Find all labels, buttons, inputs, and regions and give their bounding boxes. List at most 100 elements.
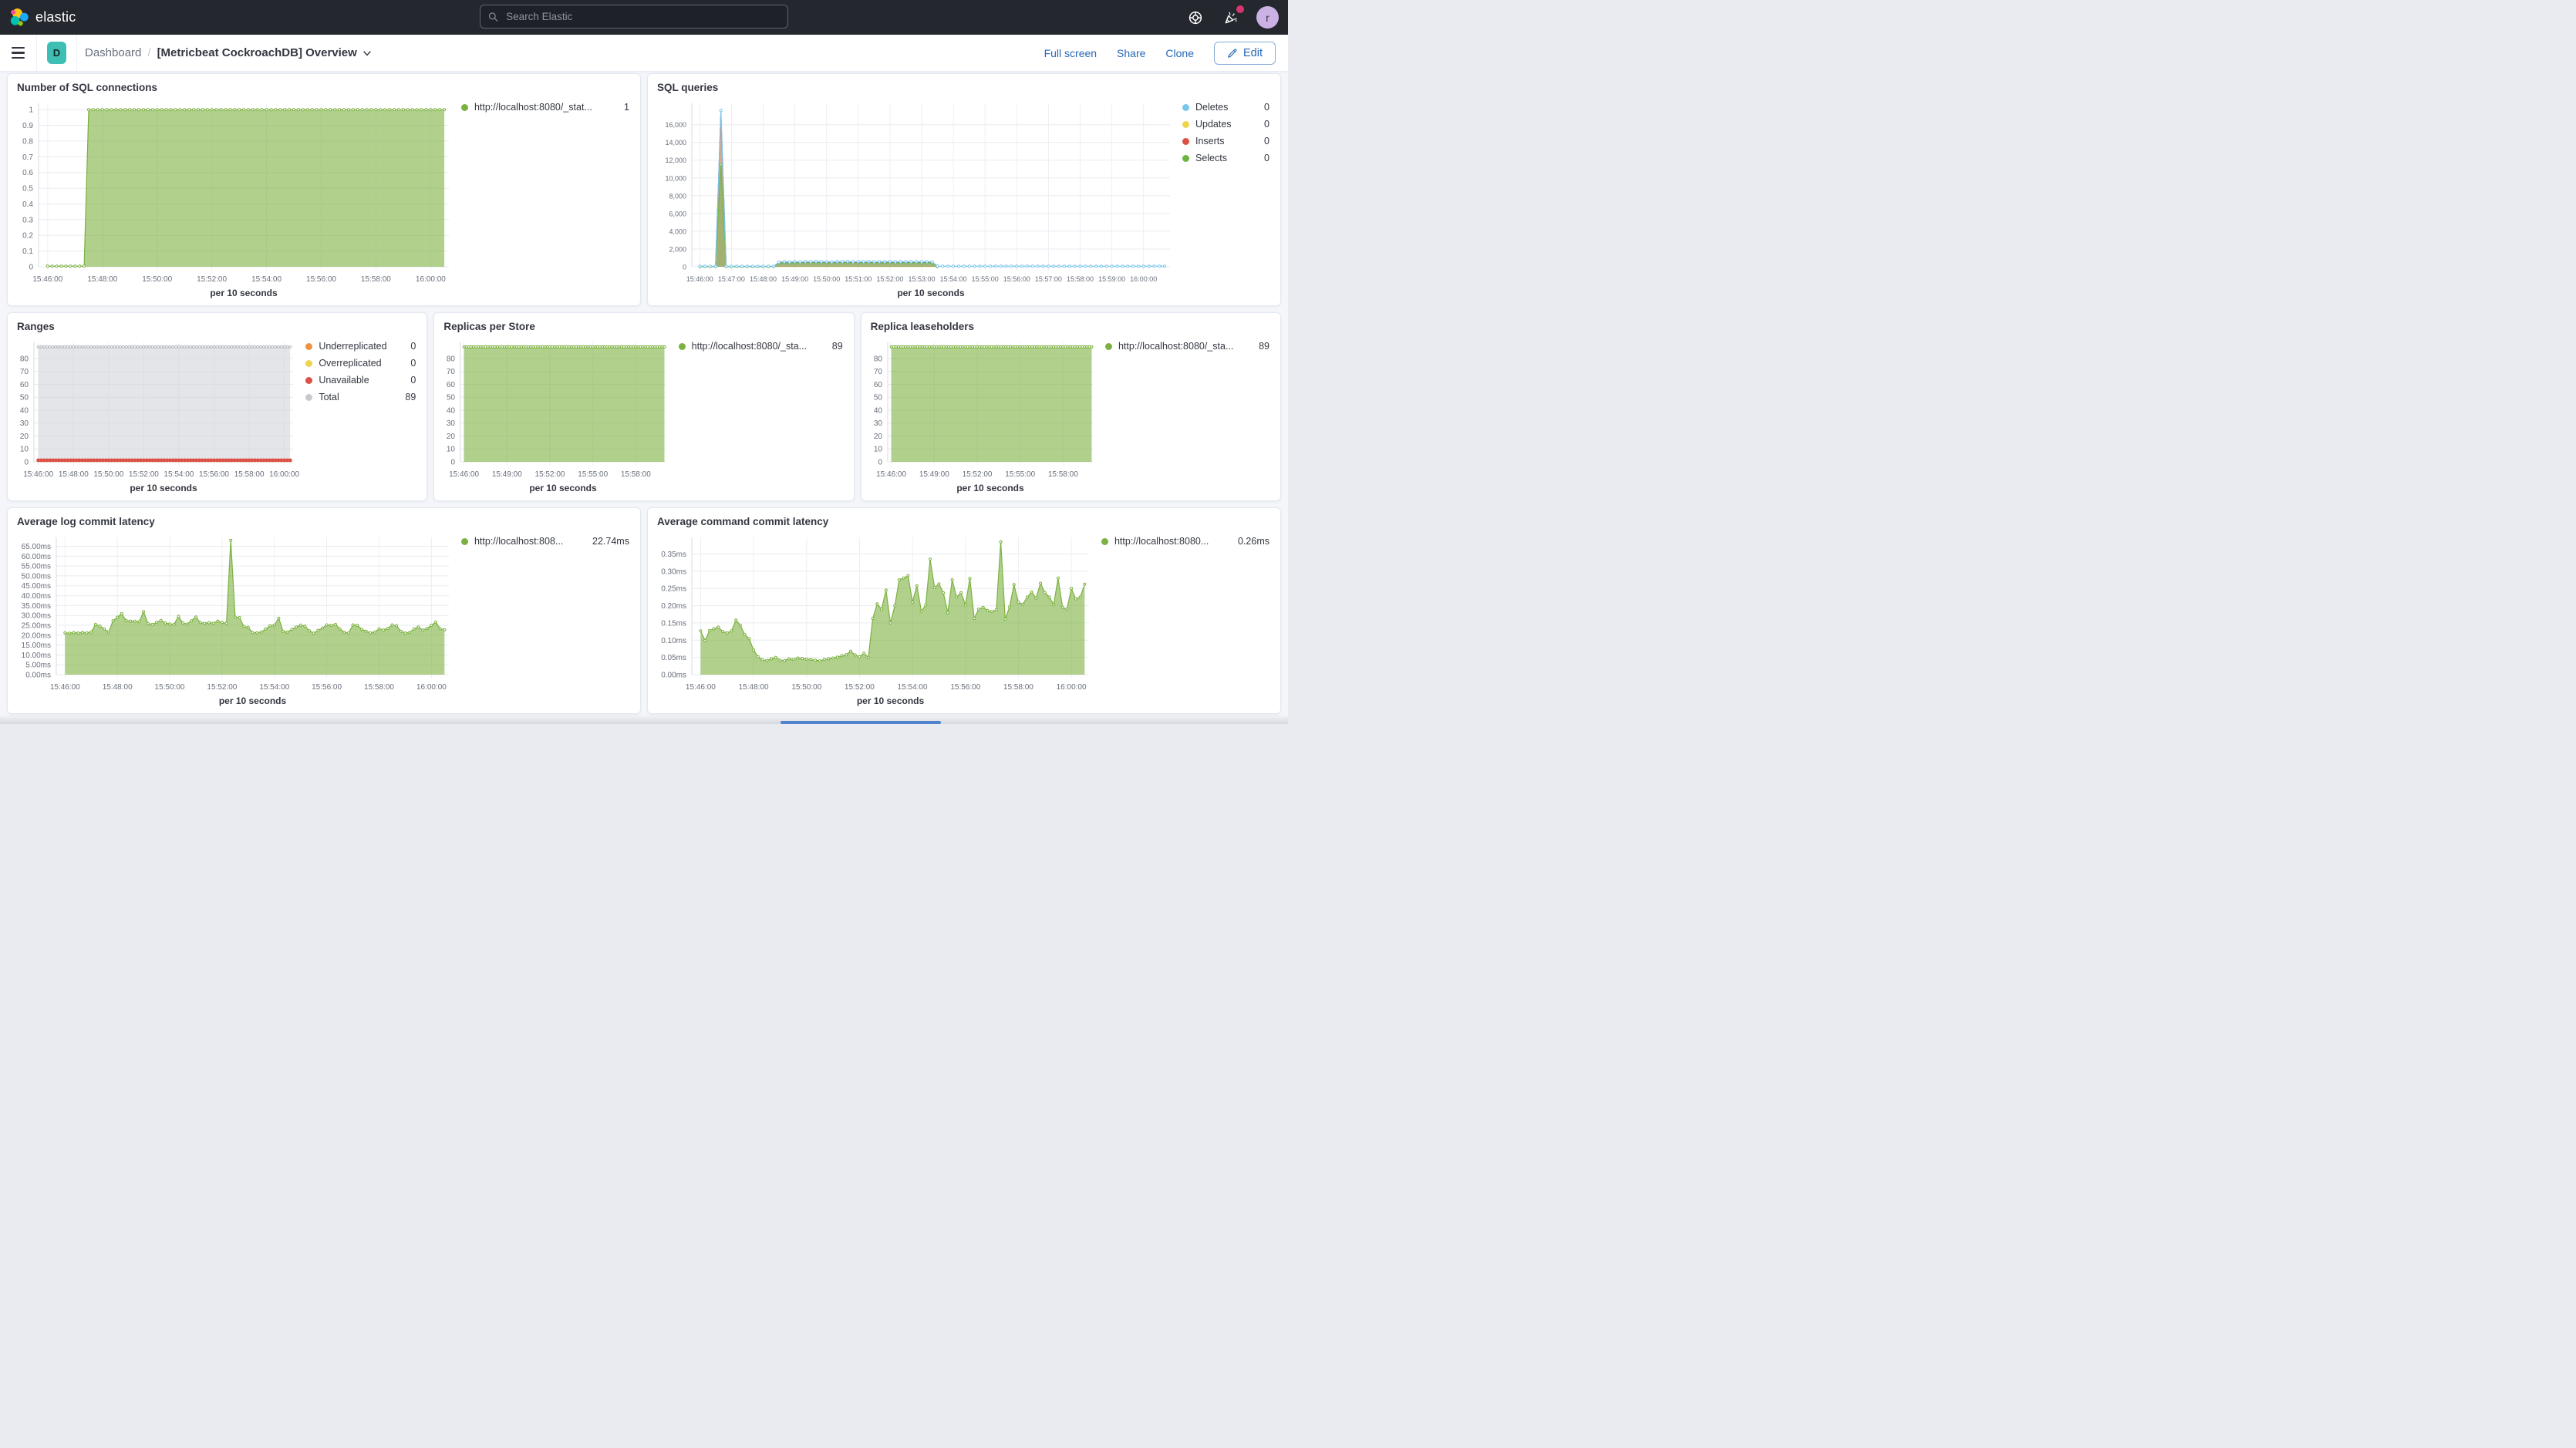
- panel-title[interactable]: Number of SQL connections: [17, 80, 632, 96]
- svg-text:30: 30: [447, 419, 456, 428]
- page-title[interactable]: [Metricbeat CockroachDB] Overview: [157, 46, 372, 59]
- legend-swatch: [305, 343, 312, 350]
- svg-text:15:46:00: 15:46:00: [876, 470, 906, 479]
- clone-button[interactable]: Clone: [1165, 47, 1194, 59]
- chart-canvas[interactable]: 0.00ms5.00ms10.00ms15.00ms20.00ms25.00ms…: [15, 531, 455, 710]
- legend-series-name: http://localhost:808...: [474, 536, 582, 547]
- svg-text:6,000: 6,000: [669, 210, 686, 217]
- svg-text:15:54:00: 15:54:00: [251, 275, 282, 284]
- svg-text:16:00:00: 16:00:00: [416, 275, 446, 284]
- svg-text:15:51:00: 15:51:00: [845, 275, 872, 283]
- legend-item[interactable]: http://localhost:8080/_stat... 1: [461, 102, 629, 113]
- svg-text:25.00ms: 25.00ms: [22, 622, 51, 631]
- svg-text:70: 70: [874, 368, 883, 376]
- chart-canvas[interactable]: 0102030405060708015:46:0015:49:0015:52:0…: [869, 336, 1099, 497]
- svg-text:15:50:00: 15:50:00: [142, 275, 172, 284]
- svg-text:per 10 seconds: per 10 seconds: [130, 483, 197, 493]
- legend-item[interactable]: http://localhost:8080/_sta...89: [1105, 341, 1269, 352]
- full-screen-button[interactable]: Full screen: [1044, 47, 1097, 59]
- legend-item[interactable]: Total89: [305, 392, 416, 402]
- legend-item[interactable]: Overreplicated 0: [305, 358, 416, 369]
- legend-series-value: 1: [624, 102, 629, 113]
- panel-title[interactable]: SQL queries: [657, 80, 1273, 96]
- chart-canvas[interactable]: 00.10.20.30.40.50.60.70.80.9115:46:0015:…: [15, 97, 455, 302]
- elastic-brand[interactable]: elastic: [0, 8, 76, 27]
- svg-text:10.00ms: 10.00ms: [22, 652, 51, 660]
- dashboard-app-badge[interactable]: D: [47, 42, 66, 64]
- svg-text:0.4: 0.4: [22, 200, 33, 209]
- svg-text:0.7: 0.7: [22, 153, 33, 162]
- legend-item[interactable]: Underreplicated0: [305, 341, 416, 352]
- svg-text:0: 0: [24, 459, 29, 467]
- svg-text:15:52:00: 15:52:00: [962, 470, 992, 479]
- svg-text:0.3: 0.3: [22, 216, 33, 224]
- chart-canvas[interactable]: 0102030405060708015:46:0015:49:0015:52:0…: [442, 336, 672, 497]
- legend-item[interactable]: Selects0: [1182, 153, 1269, 163]
- global-search[interactable]: [480, 5, 788, 29]
- legend-series-value: 89: [832, 341, 843, 352]
- svg-text:15:54:00: 15:54:00: [940, 275, 967, 283]
- legend-series-value: 0: [410, 358, 416, 369]
- legend-item[interactable]: Updates0: [1182, 119, 1269, 130]
- panel-0: Number of SQL connections00.10.20.30.40.…: [7, 73, 641, 306]
- legend-swatch: [1182, 121, 1189, 128]
- newsfeed-button[interactable]: [1221, 8, 1241, 28]
- legend-swatch: [1101, 538, 1108, 545]
- svg-text:per 10 seconds: per 10 seconds: [857, 695, 925, 706]
- svg-text:60: 60: [874, 381, 883, 389]
- dashboard-toolbar: D Dashboard / [Metricbeat CockroachDB] O…: [0, 35, 1288, 72]
- legend-item[interactable]: http://localhost:808...22.74ms: [461, 536, 629, 547]
- svg-text:15:50:00: 15:50:00: [93, 470, 123, 479]
- panel-4: Replica leaseholders0102030405060708015:…: [861, 312, 1281, 501]
- svg-text:16:00:00: 16:00:00: [416, 683, 447, 692]
- svg-text:0: 0: [451, 459, 456, 467]
- brand-wordmark: elastic: [35, 9, 76, 25]
- legend-item[interactable]: Deletes0: [1182, 102, 1269, 113]
- svg-text:15:52:00: 15:52:00: [876, 275, 903, 283]
- share-button[interactable]: Share: [1117, 47, 1145, 59]
- help-button[interactable]: [1185, 8, 1205, 28]
- legend-series-name: Total: [319, 392, 394, 402]
- legend-swatch: [1105, 343, 1112, 350]
- panel-title[interactable]: Average log commit latency: [17, 514, 632, 530]
- legend-series-name: http://localhost:8080/_stat...: [474, 102, 613, 113]
- svg-text:15:46:00: 15:46:00: [686, 683, 716, 692]
- svg-text:20.00ms: 20.00ms: [22, 631, 51, 640]
- svg-text:15:59:00: 15:59:00: [1098, 275, 1125, 283]
- legend-series-value: 0: [1264, 153, 1269, 163]
- panel-2: Ranges0102030405060708015:46:0015:48:001…: [7, 312, 427, 501]
- horizontal-scrollbar-thumb[interactable]: [781, 721, 941, 724]
- svg-text:15:52:00: 15:52:00: [535, 470, 565, 479]
- menu-button[interactable]: [0, 47, 36, 59]
- edit-button[interactable]: Edit: [1214, 42, 1276, 65]
- elastic-logo-icon: [10, 8, 29, 27]
- svg-text:55.00ms: 55.00ms: [22, 563, 51, 571]
- chart-legend: http://localhost:8080/_sta...89: [673, 336, 846, 497]
- svg-text:1: 1: [29, 106, 33, 115]
- panel-title[interactable]: Average command commit latency: [657, 514, 1273, 530]
- chart-canvas[interactable]: 0.00ms0.05ms0.10ms0.15ms0.20ms0.25ms0.30…: [656, 531, 1095, 710]
- svg-text:0.25ms: 0.25ms: [661, 585, 686, 594]
- svg-text:30: 30: [874, 419, 883, 428]
- chart-canvas[interactable]: 02,0004,0006,0008,00010,00012,00014,0001…: [656, 97, 1176, 302]
- search-input[interactable]: [504, 10, 780, 23]
- search-icon: [488, 12, 498, 22]
- legend-item[interactable]: http://localhost:8080...0.26ms: [1101, 536, 1269, 547]
- chart-canvas[interactable]: 0102030405060708015:46:0015:48:0015:50:0…: [15, 336, 299, 497]
- legend-item[interactable]: Inserts0: [1182, 136, 1269, 146]
- panel-title[interactable]: Replica leaseholders: [871, 319, 1273, 335]
- legend-series-value: 0.26ms: [1238, 536, 1269, 547]
- svg-text:15:49:00: 15:49:00: [492, 470, 522, 479]
- svg-text:16:00:00: 16:00:00: [1130, 275, 1157, 283]
- breadcrumb-dashboard-link[interactable]: Dashboard: [85, 46, 141, 59]
- user-avatar[interactable]: r: [1256, 6, 1279, 29]
- panel-title[interactable]: Ranges: [17, 319, 419, 335]
- notification-dot: [1236, 5, 1244, 13]
- legend-item[interactable]: Unavailable0: [305, 375, 416, 386]
- legend-series-name: Overreplicated: [319, 358, 400, 369]
- panel-title[interactable]: Replicas per Store: [443, 319, 845, 335]
- svg-text:15:46:00: 15:46:00: [32, 275, 62, 284]
- svg-text:50: 50: [874, 394, 883, 402]
- breadcrumb-separator: /: [147, 46, 150, 59]
- legend-item[interactable]: http://localhost:8080/_sta...89: [679, 341, 843, 352]
